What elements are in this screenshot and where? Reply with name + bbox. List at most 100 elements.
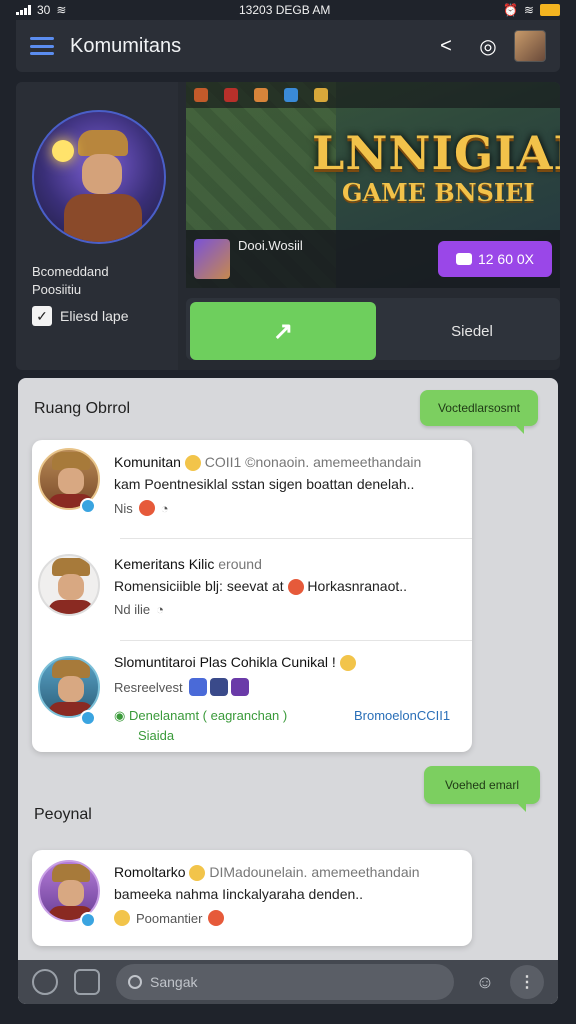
smile-emoji-icon [184,455,201,472]
game-hud [186,82,560,108]
globe-icon-link[interactable]: ◉ Denelanamt ( eagranchan ) [114,708,287,724]
bottom-input-bar: Sangak ☺ ⋮ [18,960,558,1004]
smile-emoji-icon [339,655,356,672]
meta-label: Nis [114,500,133,516]
message-preview: COII1 ©nonaoin. amemeethandain [204,454,422,470]
globe-icon: ◉ [114,708,126,723]
message-item[interactable]: Slomuntitaroi Plas Cohikla Cunikal ! Res… [32,640,472,752]
message-meta: Nis ◔ [114,500,169,516]
message-author: Komunitan COII1 ©nonaoin. amemeethandain [114,454,422,472]
search-input[interactable]: Sangak [116,964,454,1000]
meta-label: Poomantier [136,910,203,926]
profile-card: Bcomeddand Poosiitiu ✓ Eliesd lape [16,82,178,370]
message-preview: eround [218,556,262,572]
message-text: kam Poentnesiklal sstan sigen boattan de… [114,476,415,492]
message-item[interactable]: Komunitan COII1 ©nonaoin. amemeethandain… [32,440,472,538]
camera-icon [455,253,472,265]
reply-icon[interactable]: ◔ [161,501,169,516]
status-left: 30 ≋ [16,3,66,17]
message-author: Romoltarko DIMadounelain. amemeethandain [114,864,420,882]
game-subtitle: GAME BNSIEI [342,178,535,207]
message-meta: Poomantier [114,910,225,926]
streamer-name: Dooi.Wosiil [238,238,303,253]
message-item[interactable]: Romoltarko DIMadounelain. amemeethandain… [32,850,472,946]
message-card: Komunitan COII1 ©nonaoin. amemeethandain… [32,440,472,752]
reply-icon[interactable]: ◔ [156,602,164,617]
action-bar: ↗ Siedel [186,298,560,360]
app-title: Komumitans [70,34,182,57]
profile-icon[interactable]: ☺ [470,967,500,997]
reaction-emoji-icon[interactable] [208,910,225,926]
viewers-count: 12 60 0X [477,251,535,267]
meta-label: Nd ilie [114,602,151,617]
profile-name: Bcomeddand [32,264,109,279]
link-green-1[interactable]: Denelanamt ( eagranchan ) [129,708,287,723]
message-preview: DIMadounelain. amemeethandain [209,864,420,880]
message-meta: Nd ilie ◔ [114,602,164,617]
message-text: Romensiciible blj: seevat at Horkasnrana… [114,578,408,596]
message-avatar[interactable] [38,656,100,718]
link-green-2[interactable]: Siaida [138,728,174,743]
section-title-personal: Peoynal [34,806,92,823]
message-text-main: Romensiciible blj: seevat at [114,578,284,594]
alarm-icon: ⏰ [502,3,518,17]
share-arrow-button[interactable]: ↗ [190,302,376,360]
author-name: Kemeritans Kilic [114,556,215,572]
message-text: bameeka nahma Iinckalyaraha denden.. [114,886,364,902]
author-name: Slomuntitaroi Plas Cohikla Cunikal ! [114,654,336,670]
streamer-thumbnail[interactable] [194,239,230,279]
reaction-emoji-icon[interactable] [138,500,155,516]
share-icon[interactable]: < [432,32,460,60]
emoji-picker-icon[interactable] [32,969,58,995]
message-meta: Resreelvest [114,678,249,696]
author-name: Komunitan [114,454,181,470]
online-status-icon [80,498,96,514]
game-title: LNNIGIAN [312,126,560,180]
status-time: 13203 DEGB AM [239,3,331,17]
section-title-chatroom: Ruang Obrrol [34,400,131,417]
battery-icon [539,4,560,16]
more-icon[interactable]: ⋮ [510,965,544,999]
checkbox-icon[interactable]: ✓ [32,306,52,326]
smile-emoji-icon [189,865,206,882]
attachment-icon[interactable] [74,969,100,995]
status-bar: 30 ≋ 13203 DEGB AM ⏰ ≋ [0,0,576,20]
settings-icon[interactable]: ◎ [474,32,502,60]
message-author: Slomuntitaroi Plas Cohikla Cunikal ! [114,654,356,672]
message-text-tail: Horkasnranaot.. [307,578,408,594]
app-bar: Komumitans < ◎ [16,20,560,72]
link-blue[interactable]: BromoelonCCII1 [354,708,450,723]
chat-bubble[interactable]: Voctedlarsosmt [420,390,538,434]
status-right: ⏰ ≋ [503,3,560,17]
arrow-icon: ↗ [272,317,294,345]
checkbox-label: Eliesd lape [60,308,129,324]
chat-bubble[interactable]: Voehed emarl [424,766,540,812]
chat-panel: Ruang Obrrol Voctedlarsosmt Komunitan CO… [18,378,558,1004]
online-status-icon [80,710,96,726]
badge-icons [188,678,249,696]
menu-icon[interactable] [30,37,54,55]
message-author: Kemeritans Kilic eround [114,556,262,572]
message-avatar[interactable] [38,554,100,616]
message-item[interactable]: Kemeritans Kilic eround Romensiciible bl… [32,538,472,640]
signal-icon [16,5,31,15]
hero-panel: Bcomeddand Poosiitiu ✓ Eliesd lape LNNIG… [16,82,560,370]
like-emoji-icon[interactable] [114,910,130,926]
viewers-badge[interactable]: 12 60 0X [438,241,552,277]
search-icon [128,975,142,989]
profile-subtitle: Poosiitiu [32,282,82,297]
message-card: Romoltarko DIMadounelain. amemeethandain… [32,850,472,946]
online-status-icon [80,912,96,928]
wifi-icon-right: ≋ [523,3,534,17]
profile-checkbox-row[interactable]: ✓ Eliesd lape [32,306,129,326]
live-stream-row[interactable]: Dooi.Wosiil 12 60 0X [186,230,560,288]
author-name: Romoltarko [114,864,186,880]
profile-portrait[interactable] [32,110,166,244]
signal-label: 30 [37,3,51,17]
search-placeholder: Sangak [150,974,198,990]
meta-label: Resreelvest [114,679,183,695]
secondary-button[interactable]: Siedel [386,302,558,360]
wifi-icon: ≋ [56,3,67,17]
user-avatar[interactable] [514,30,546,62]
fire-emoji-icon [287,579,304,596]
